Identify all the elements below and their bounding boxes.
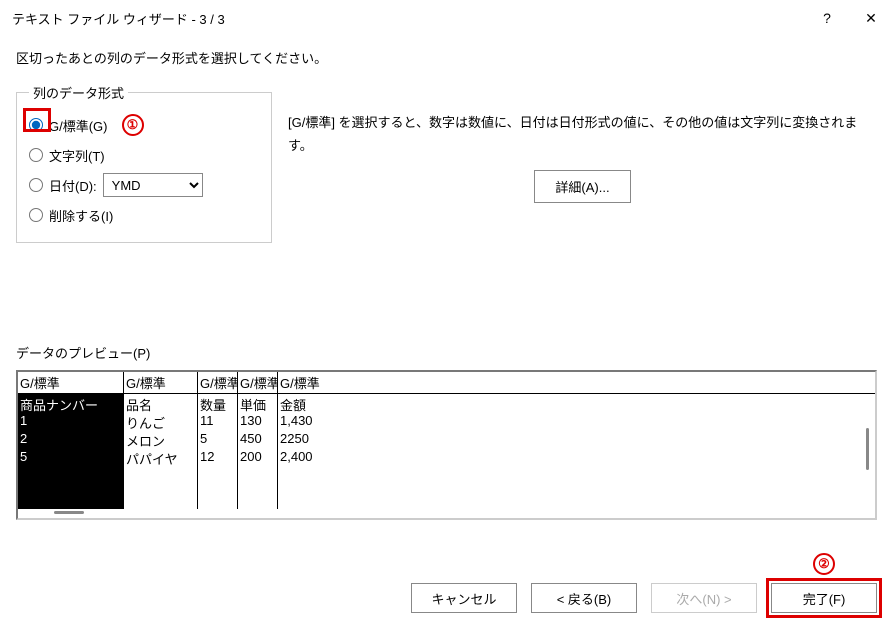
- preview-cell: 数量: [198, 394, 237, 412]
- radio-date-label: 日付(D):: [49, 176, 97, 195]
- preview-label: データのプレビュー(P): [16, 343, 877, 362]
- preview-header-cell: G/標準: [124, 372, 198, 393]
- preview-cell: 2250: [278, 430, 875, 448]
- preview-cell: 商品ナンバー: [18, 394, 123, 412]
- instruction-text: 区切ったあとの列のデータ形式を選択してください。: [16, 48, 877, 67]
- preview-cell: 5: [198, 430, 237, 448]
- close-icon[interactable]: ✕: [861, 10, 881, 27]
- radio-skip-label: 削除する(I): [49, 206, 113, 225]
- window-title: テキスト ファイル ウィザード - 3 / 3: [12, 9, 817, 28]
- preview-cell: 2: [18, 430, 123, 448]
- preview-cell: 1,430: [278, 412, 875, 430]
- preview-header-cell: G/標準: [278, 372, 875, 393]
- scrollbar-vertical[interactable]: [866, 428, 869, 470]
- preview-col[interactable]: 数量 11 5 12: [198, 394, 238, 509]
- preview-cell: 130: [238, 412, 277, 430]
- preview-cell: 品名: [124, 394, 197, 412]
- detail-button[interactable]: 詳細(A)...: [534, 170, 630, 203]
- radio-text-label: 文字列(T): [49, 146, 105, 165]
- preview-cell: りんご: [124, 412, 197, 430]
- preview-cell: 5: [18, 448, 123, 466]
- titlebar: テキスト ファイル ウィザード - 3 / 3 ? ✕: [0, 0, 893, 36]
- preview-cell: 2,400: [278, 448, 875, 466]
- help-icon[interactable]: ?: [817, 10, 837, 26]
- back-button[interactable]: < 戻る(B): [531, 583, 637, 613]
- preview-cell: 単価: [238, 394, 277, 412]
- radio-general-label: G/標準(G): [49, 116, 108, 135]
- radio-skip[interactable]: [29, 208, 43, 222]
- radio-text[interactable]: [29, 148, 43, 162]
- date-format-select[interactable]: YMD: [103, 173, 203, 197]
- next-button: 次へ(N) >: [651, 583, 757, 613]
- preview-cell: 11: [198, 412, 237, 430]
- preview-cell: パパイヤ: [124, 448, 197, 466]
- annotation-1: ①: [122, 114, 144, 136]
- preview-body[interactable]: 商品ナンバー 1 2 5 品名 りんご メロン パパイヤ 数量 11 5 12: [18, 394, 875, 509]
- annotation-2: ②: [813, 553, 835, 575]
- preview-header-cell: G/標準: [238, 372, 278, 393]
- preview-header-cell: G/標準: [18, 372, 124, 393]
- preview-header: G/標準 G/標準 G/標準 G/標準 G/標準: [18, 372, 875, 394]
- finish-button[interactable]: 完了(F): [771, 583, 877, 613]
- preview-box: G/標準 G/標準 G/標準 G/標準 G/標準 商品ナンバー 1 2 5 品名…: [16, 370, 877, 520]
- preview-col-selected[interactable]: 商品ナンバー 1 2 5: [18, 394, 124, 509]
- preview-cell: 200: [238, 448, 277, 466]
- format-description: [G/標準] を選択すると、数字は数値に、日付は日付形式の値に、その他の値は文字…: [288, 111, 877, 158]
- scrollbar-horizontal[interactable]: [54, 511, 84, 514]
- preview-cell: メロン: [124, 430, 197, 448]
- radio-general[interactable]: [29, 118, 43, 132]
- preview-col[interactable]: 金額 1,430 2250 2,400: [278, 394, 875, 509]
- preview-cell: 450: [238, 430, 277, 448]
- radio-date[interactable]: [29, 178, 43, 192]
- format-legend: 列のデータ形式: [29, 83, 128, 102]
- preview-cell: 1: [18, 412, 123, 430]
- wizard-buttons: キャンセル < 戻る(B) 次へ(N) > ② 完了(F): [411, 583, 877, 613]
- cancel-button[interactable]: キャンセル: [411, 583, 517, 613]
- preview-col[interactable]: 単価 130 450 200: [238, 394, 278, 509]
- preview-cell: 金額: [278, 394, 875, 412]
- column-format-group: 列のデータ形式 G/標準(G) ① 文字列(T) 日付(D): YMD 削除する: [16, 83, 272, 243]
- preview-header-cell: G/標準: [198, 372, 238, 393]
- preview-col[interactable]: 品名 りんご メロン パパイヤ: [124, 394, 198, 509]
- preview-cell: 12: [198, 448, 237, 466]
